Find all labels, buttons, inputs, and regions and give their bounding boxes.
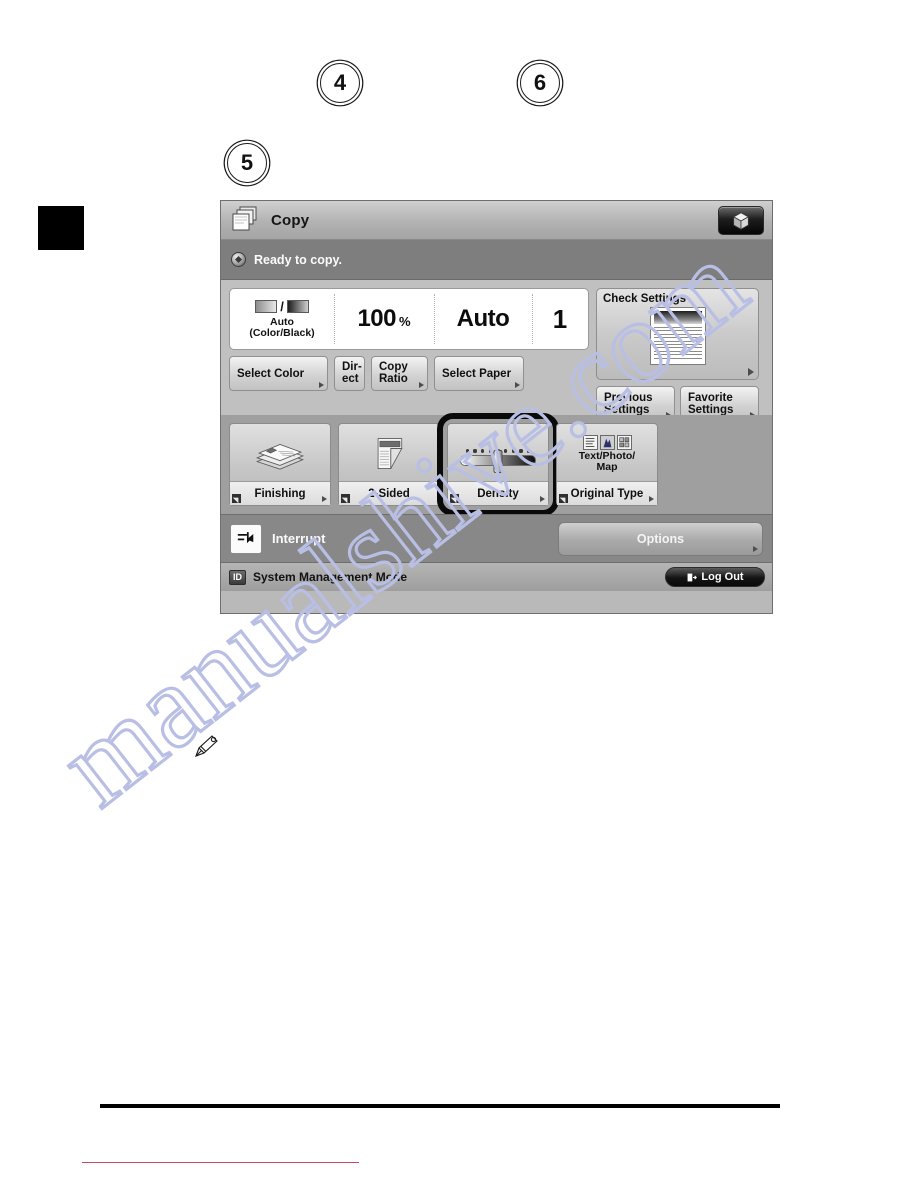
select-paper-button[interactable]: Select Paper (434, 356, 524, 391)
finishing-tile[interactable]: Finishing (229, 423, 331, 506)
status-indicator-icon (231, 252, 246, 267)
interrupt-label: Interrupt (272, 531, 326, 546)
expand-corner-icon (341, 494, 350, 503)
direct-label-line1: Dir- (342, 361, 362, 373)
3d-cube-icon (732, 211, 750, 230)
status-message: Ready to copy. (254, 252, 342, 267)
original-type-icon (582, 434, 632, 450)
footer-red-rule (82, 1162, 359, 1164)
primary-button-row: Select Color Dir- ect Copy Ratio Select … (229, 356, 589, 391)
copy-ratio-number: 100 (357, 305, 396, 332)
chevron-right-icon (748, 368, 754, 376)
action-bar: Interrupt Options (221, 514, 772, 562)
map-grid-icon (616, 434, 632, 450)
chevron-right-icon (419, 382, 424, 388)
copy-ratio-unit: % (398, 314, 411, 329)
copy-documents-icon (229, 205, 263, 235)
original-type-value-line2: Map (596, 460, 618, 473)
density-slider-icon (448, 424, 548, 481)
system-management-mode-label: System Management Mode (253, 570, 408, 584)
select-paper-label: Select Paper (442, 367, 512, 380)
copy-ratio-value: 100 % (334, 289, 434, 349)
original-type-art: Text/Photo/ Map (557, 424, 657, 481)
paper-value-text: Auto (456, 305, 510, 332)
panel-statusbar: Ready to copy. (221, 240, 772, 280)
footer-rule (100, 1104, 780, 1108)
color-mode-line1: Auto (270, 315, 294, 328)
main-settings-region: / Auto (Color/Black) 100 % Auto 1 Select… (221, 280, 772, 421)
panel-title: Copy (271, 211, 310, 229)
copies-value: 1 (532, 289, 588, 349)
previous-settings-line2: Settings (604, 403, 650, 416)
3d-cube-icon-button[interactable] (718, 206, 764, 235)
chevron-right-icon (515, 382, 520, 388)
log-out-button[interactable]: Log Out (665, 567, 765, 587)
logout-icon (687, 573, 698, 581)
callout-label: 5 (240, 150, 254, 175)
callout-label: 4 (333, 70, 347, 95)
density-slider-handle[interactable] (493, 449, 503, 473)
log-out-label: Log Out (701, 571, 744, 583)
check-settings-thumbnail (649, 307, 706, 365)
primary-settings-column: / Auto (Color/Black) 100 % Auto 1 Select… (229, 288, 589, 415)
direct-button[interactable]: Dir- ect (334, 356, 365, 391)
id-badge-icon: ID (229, 569, 246, 585)
expand-corner-icon (559, 494, 568, 503)
options-button[interactable]: Options (558, 522, 763, 556)
select-color-button[interactable]: Select Color (229, 356, 328, 391)
chevron-right-icon (753, 546, 758, 552)
favorite-settings-line2: Settings (688, 403, 734, 416)
check-settings-label: Check Settings (603, 293, 687, 305)
density-tile[interactable]: Density (447, 423, 549, 506)
expand-corner-icon (450, 494, 459, 503)
callout-label: 6 (533, 70, 547, 95)
callout-number-4: 4 (320, 63, 360, 103)
value-strip: / Auto (Color/Black) 100 % Auto 1 (229, 288, 589, 350)
interrupt-icon (237, 532, 254, 544)
original-type-caption: Original Type (557, 481, 657, 505)
copy-ratio-label-line2: Ratio (379, 372, 408, 385)
color-mode-line2: (Color/Black) (249, 327, 315, 339)
chapter-marker-square (38, 206, 84, 250)
chevron-right-icon (322, 496, 327, 502)
copy-ratio-button[interactable]: Copy Ratio (371, 356, 428, 391)
panel-footer: ID System Management Mode Log Out (221, 562, 772, 591)
original-type-tile[interactable]: Text/Photo/ Map Original Type (556, 423, 658, 506)
photo-icon (599, 434, 615, 450)
finishing-caption: Finishing (230, 481, 330, 505)
copier-lcd-panel: Copy Ready to copy. / Auto (Color/Black)… (220, 200, 773, 614)
copies-number: 1 (552, 303, 568, 334)
check-settings-button[interactable]: Check Settings (596, 288, 759, 380)
panel-titlebar: Copy (221, 201, 772, 240)
paper-value: Auto (434, 289, 532, 349)
finishing-stack-icon (230, 424, 330, 481)
direct-label-line2: ect (342, 372, 359, 385)
previous-settings-line1: Previous (604, 391, 653, 404)
settings-shortcut-column: Check Settings Previous Settings Favorit… (596, 288, 759, 421)
chevron-right-icon (540, 496, 545, 502)
callout-number-5: 5 (227, 143, 267, 183)
2-sided-caption: 2-Sided (339, 481, 439, 505)
text-lines-icon (582, 434, 598, 450)
options-label: Options (636, 532, 685, 546)
chevron-right-icon (319, 382, 324, 388)
2-sided-tile[interactable]: 2-Sided (338, 423, 440, 506)
note-pencil-icon (192, 732, 222, 760)
density-caption: Density (448, 481, 548, 505)
color-mode-swatch-icon: / (255, 299, 309, 314)
density-tile-wrapper: Density (437, 413, 559, 516)
chevron-right-icon (649, 496, 654, 502)
copy-ratio-label-line1: Copy (379, 361, 408, 373)
color-mode-value: / Auto (Color/Black) (230, 289, 334, 349)
manual-page: 4 5 6 Copy Ready to copy. / Auto (Color/… (0, 0, 918, 1188)
select-color-label: Select Color (237, 367, 305, 380)
feature-tiles-region: Finishing 2-Sided Density Text/Photo/ Ma… (221, 413, 772, 516)
callout-number-6: 6 (520, 63, 560, 103)
two-sided-page-icon (339, 424, 439, 481)
favorite-settings-line1: Favorite (688, 391, 733, 404)
interrupt-button[interactable] (230, 523, 262, 554)
expand-corner-icon (232, 494, 241, 503)
density-track[interactable] (460, 449, 536, 473)
